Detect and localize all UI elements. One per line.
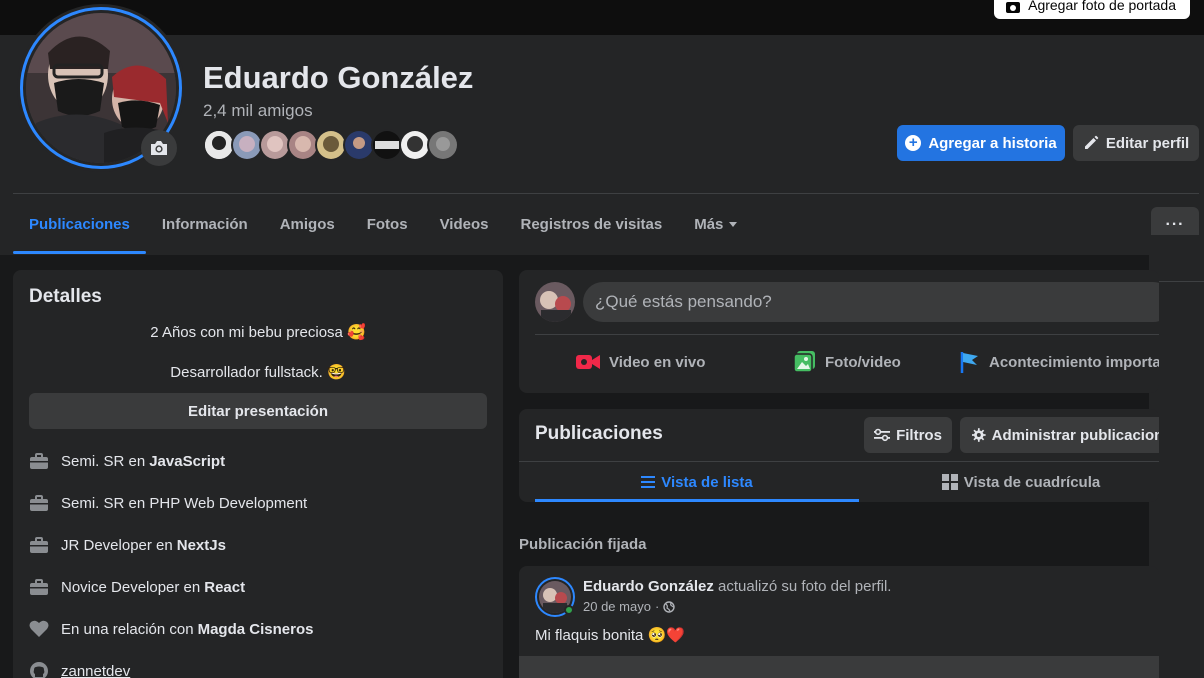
post-action-text: actualizó su foto del perfil.	[718, 578, 892, 595]
relationship-text: En una relación con	[61, 620, 194, 638]
profile-name: Eduardo González	[203, 60, 474, 95]
work-item-place[interactable]: NextJs	[177, 537, 226, 554]
camera-icon	[151, 141, 167, 155]
chevron-down-icon	[729, 221, 738, 227]
life-event-label: Acontecimiento importante	[989, 353, 1159, 371]
list-view-label: Vista de lista	[661, 473, 753, 491]
relationship-partner[interactable]: Magda Cisneros	[198, 621, 314, 638]
details-title: Detalles	[29, 286, 102, 307]
work-item-text: Novice Developer en	[61, 578, 201, 596]
live-video-label: Video en vivo	[609, 353, 706, 371]
live-video-icon	[576, 355, 600, 369]
gear-icon	[972, 428, 986, 442]
profile-tabs: Publicaciones Información Amigos Fotos V…	[13, 194, 753, 254]
camera-icon	[1006, 2, 1021, 13]
flag-icon	[960, 352, 978, 373]
work-item: JR Developer en NextJs	[29, 533, 226, 557]
briefcase-icon	[29, 451, 49, 471]
tab-amigos[interactable]: Amigos	[264, 194, 351, 254]
manage-posts-label: Administrar publicaciones	[991, 426, 1159, 444]
edit-profile-button[interactable]: Editar perfil	[1073, 125, 1199, 161]
manage-posts-button[interactable]: Administrar publicaciones	[960, 417, 1159, 453]
friend-avatars[interactable]	[203, 129, 459, 161]
work-item: Semi. SR en JavaScript	[29, 449, 225, 473]
post-photo[interactable]	[519, 656, 1159, 678]
filters-label: Filtros	[896, 426, 942, 444]
work-item-place[interactable]: JavaScript	[149, 453, 225, 470]
github-icon	[29, 661, 49, 678]
tab-label: Información	[161, 215, 248, 233]
edit-profile-label: Editar perfil	[1105, 134, 1190, 152]
work-item-place[interactable]: React	[204, 579, 245, 596]
briefcase-icon	[29, 493, 49, 513]
life-event-button[interactable]: Acontecimiento importante	[959, 348, 1159, 376]
work-item: Semi. SR en PHP Web Development	[29, 491, 307, 515]
post-text: Mi flaquis bonita 🥺❤️	[535, 627, 685, 644]
tab-label: Fotos	[366, 215, 408, 233]
tab-registros-de-visitas[interactable]: Registros de visitas	[504, 194, 678, 254]
details-card: Detalles 2 Años con mi bebu preciosa 🥰 D…	[13, 270, 503, 678]
tab-label: Amigos	[279, 215, 335, 233]
work-item-text: JR Developer en	[61, 536, 173, 554]
add-to-story-label: Agregar a historia	[928, 134, 1057, 152]
posts-header-card: Publicaciones Filtros Administrar public…	[519, 409, 1159, 502]
grid-icon	[941, 474, 958, 490]
pinned-post: Eduardo González actualizó su foto del p…	[519, 566, 1159, 678]
friend-avatar[interactable]	[427, 129, 459, 161]
list-icon	[641, 476, 656, 488]
add-cover-photo-label: Agregar foto de portada	[1028, 0, 1176, 13]
online-status-dot	[564, 605, 574, 615]
github-link[interactable]: zannetdev	[61, 663, 130, 678]
add-cover-photo-button[interactable]: Agregar foto de portada	[994, 0, 1190, 19]
pencil-icon	[1084, 135, 1099, 149]
edit-bio-button[interactable]: Editar presentación	[29, 393, 487, 429]
live-video-button[interactable]: Video en vivo	[575, 348, 705, 376]
heart-icon	[29, 619, 49, 639]
sliders-icon	[874, 428, 891, 442]
filters-button[interactable]: Filtros	[864, 417, 952, 453]
work-item-text: Semi. SR en PHP Web Development	[61, 494, 308, 512]
whats-on-your-mind-input[interactable]: ¿Qué estás pensando?	[583, 282, 1159, 322]
globe-icon[interactable]	[663, 600, 675, 613]
tab-informacion[interactable]: Información	[146, 194, 264, 254]
add-to-story-button[interactable]: + Agregar a historia	[897, 125, 1065, 161]
friends-count[interactable]: 2,4 mil amigos	[203, 101, 313, 121]
cover-photo: Agregar foto de portada	[0, 0, 1204, 35]
briefcase-icon	[29, 577, 49, 597]
tab-mas[interactable]: Más	[678, 194, 753, 254]
grid-view-tab[interactable]: Vista de cuadrícula	[859, 462, 1159, 502]
work-item-text: Semi. SR en	[61, 452, 146, 470]
post-header: Eduardo González actualizó su foto del p…	[583, 578, 891, 595]
relationship-item: En una relación con Magda Cisneros	[29, 617, 313, 641]
tab-label: Registros de visitas	[520, 215, 663, 233]
composer-avatar[interactable]	[535, 282, 575, 322]
post-composer: ¿Qué estás pensando? Video en vivo Foto/…	[519, 270, 1159, 393]
composer-divider	[535, 334, 1159, 335]
posts-title: Publicaciones	[535, 423, 663, 444]
briefcase-icon	[29, 535, 49, 555]
github-item: zannetdev	[29, 659, 130, 678]
photo-icon	[793, 351, 815, 373]
update-avatar-button[interactable]	[141, 130, 177, 166]
photo-video-label: Foto/video	[825, 353, 901, 371]
bio-line: 2 Años con mi bebu preciosa 🥰	[150, 324, 366, 341]
tab-fotos[interactable]: Fotos	[351, 194, 424, 254]
photo-video-button[interactable]: Foto/video	[793, 348, 901, 376]
post-author-name[interactable]: Eduardo González	[583, 578, 714, 595]
tab-label: Publicaciones	[29, 215, 130, 233]
post-meta: 20 de mayo ·	[583, 599, 675, 614]
tab-label: Videos	[439, 215, 489, 233]
tab-label: Más	[694, 215, 724, 233]
pinned-post-label: Publicación fijada	[519, 536, 647, 553]
work-item: Novice Developer en React	[29, 575, 245, 599]
meta-separator: ·	[654, 599, 660, 614]
plus-icon: +	[905, 135, 922, 151]
bio-line: Desarrollador fullstack. 🤓	[170, 364, 346, 381]
tab-publicaciones[interactable]: Publicaciones	[13, 194, 146, 254]
list-view-tab[interactable]: Vista de lista	[535, 462, 859, 502]
grid-view-label: Vista de cuadrícula	[963, 473, 1101, 491]
tab-videos[interactable]: Videos	[424, 194, 505, 254]
post-date[interactable]: 20 de mayo	[583, 599, 651, 614]
